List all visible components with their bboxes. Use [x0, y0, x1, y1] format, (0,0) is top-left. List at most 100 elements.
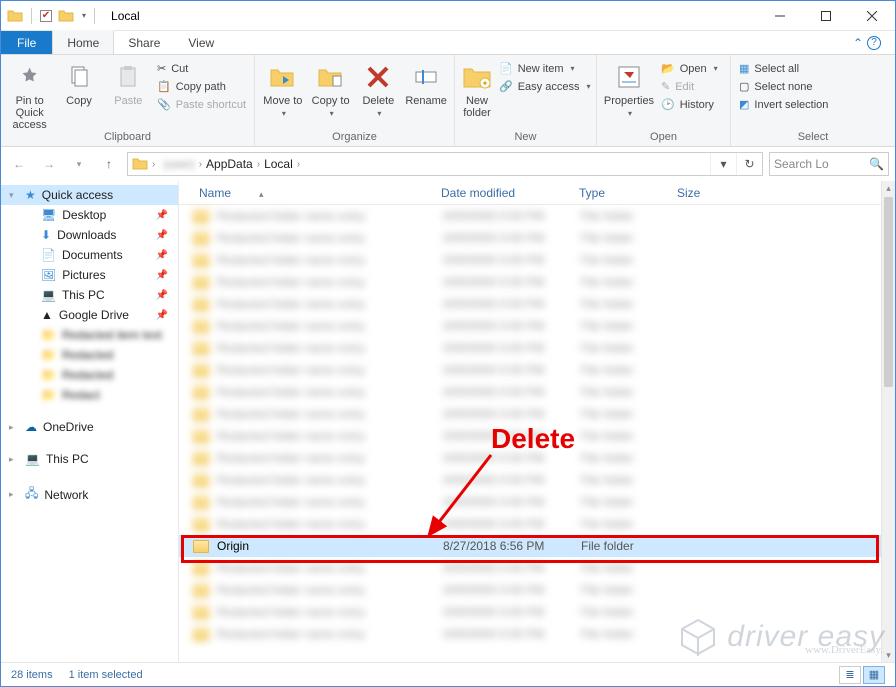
table-row[interactable]: Redacted folder name entry0/00/0000 0:00… [179, 359, 881, 381]
chevron-up-icon: ⌃ [853, 36, 863, 50]
table-row[interactable]: Redacted folder name entry0/00/0000 0:00… [179, 227, 881, 249]
navigation-pane[interactable]: ▾★Quick access 🖥Desktop📌 ⬇Downloads📌 📄Do… [1, 181, 179, 662]
table-row[interactable]: Redacted folder name entry0/00/0000 0:00… [179, 491, 881, 513]
scroll-up-arrow[interactable]: ▴ [882, 181, 895, 195]
properties-button[interactable]: Properties▾ [603, 59, 655, 118]
help-icon[interactable]: ? [867, 36, 881, 50]
table-row[interactable]: Redacted folder name entry0/00/0000 0:00… [179, 469, 881, 491]
paste-shortcut-button[interactable]: 📎Paste shortcut [155, 97, 248, 112]
tab-file[interactable]: File [1, 31, 52, 54]
nav-network[interactable]: ▸🖧Network [1, 481, 178, 508]
refresh-button[interactable]: ↻ [736, 153, 762, 175]
table-row[interactable]: Redacted folder name entry0/00/0000 0:00… [179, 403, 881, 425]
nav-thispc-quick[interactable]: 💻This PC📌 [1, 285, 178, 305]
selectall-icon: ▦ [739, 62, 749, 75]
nav-onedrive[interactable]: ▸☁OneDrive [1, 417, 178, 437]
new-item-button[interactable]: 📄New item▾ [497, 61, 592, 76]
copy-to-button[interactable]: Copy to▾ [309, 59, 353, 118]
close-button[interactable] [849, 1, 895, 31]
nav-thispc[interactable]: ▸💻This PC [1, 449, 178, 469]
nav-item-redacted[interactable]: 📁Redacted item text [1, 325, 178, 345]
ribbon-collapse[interactable]: ⌃? [839, 31, 895, 54]
nav-item-redacted[interactable]: 📁Redacted [1, 365, 178, 385]
pictures-icon: 🖼 [41, 268, 56, 282]
status-selection: 1 item selected [69, 669, 143, 681]
easy-access-button[interactable]: 🔗Easy access▾ [497, 79, 592, 94]
qat-dropdown-icon[interactable]: ▾ [82, 11, 86, 20]
copypath-icon: 📋 [157, 80, 171, 93]
svg-text:✦: ✦ [482, 79, 489, 88]
newitem-icon: 📄 [499, 62, 513, 75]
nav-item-redacted[interactable]: 📁Redacted [1, 345, 178, 365]
table-row[interactable]: Redacted folder name entry0/00/0000 0:00… [179, 271, 881, 293]
copy-path-button[interactable]: 📋Copy path [155, 79, 248, 94]
move-to-button[interactable]: Move to▾ [261, 59, 305, 118]
table-row[interactable]: Redacted folder name entry0/00/0000 0:00… [179, 293, 881, 315]
nav-pictures[interactable]: 🖼Pictures📌 [1, 265, 178, 285]
nav-googledrive[interactable]: ▲Google Drive📌 [1, 305, 178, 325]
table-row[interactable]: Redacted folder name entry0/00/0000 0:00… [179, 557, 881, 579]
table-row[interactable]: Redacted folder name entry0/00/0000 0:00… [179, 381, 881, 403]
nav-forward-button[interactable]: → [37, 152, 61, 176]
nav-desktop[interactable]: 🖥Desktop📌 [1, 205, 178, 225]
ribbon-tabs: File Home Share View ⌃? [1, 31, 895, 55]
nav-downloads[interactable]: ⬇Downloads📌 [1, 225, 178, 245]
rename-icon [410, 61, 442, 93]
file-list[interactable]: Name▴ Date modified Type Size Redacted f… [179, 181, 895, 662]
nav-item-redacted[interactable]: 📁Redact [1, 385, 178, 405]
tab-home[interactable]: Home [52, 30, 114, 54]
cut-button[interactable]: ✂Cut [155, 61, 248, 76]
copy-button[interactable]: Copy [56, 59, 101, 107]
breadcrumb[interactable]: (user) [159, 153, 198, 175]
table-row[interactable]: Redacted folder name entry0/00/0000 0:00… [179, 337, 881, 359]
col-size[interactable]: Size [671, 186, 741, 200]
scrollbar-thumb[interactable] [884, 197, 893, 387]
qat-checkbox-icon[interactable]: ✔ [40, 10, 52, 22]
pin-quick-access-button[interactable]: Pin to Quick access [7, 59, 52, 131]
invert-selection-button[interactable]: ◩Invert selection [737, 97, 830, 112]
star-icon: ★ [25, 188, 36, 202]
title-bar: ✔ ▾ Local [1, 1, 895, 31]
pc-icon: 💻 [41, 288, 56, 302]
network-icon: 🖧 [25, 484, 38, 505]
minimize-button[interactable] [757, 1, 803, 31]
group-new-label: New [455, 131, 596, 146]
col-type[interactable]: Type [573, 186, 671, 200]
table-row[interactable]: Redacted folder name entry0/00/0000 0:00… [179, 249, 881, 271]
breadcrumb[interactable]: Local [260, 153, 297, 175]
table-row[interactable]: Redacted folder name entry0/00/0000 0:00… [179, 513, 881, 535]
table-row[interactable]: Redacted folder name entry0/00/0000 0:00… [179, 205, 881, 227]
address-dropdown-button[interactable]: ▾ [710, 153, 736, 175]
view-icons-button[interactable]: ▦ [863, 666, 885, 684]
sort-asc-icon: ▴ [259, 189, 264, 199]
edit-button[interactable]: ✎Edit [659, 79, 720, 94]
paste-button[interactable]: Paste [106, 59, 151, 107]
breadcrumb[interactable]: AppData [202, 153, 257, 175]
address-bar[interactable]: › (user)› AppData› Local› ▾ ↻ [127, 152, 763, 176]
tab-share[interactable]: Share [114, 31, 174, 54]
open-button[interactable]: 📂Open▾ [659, 61, 720, 76]
nav-back-button[interactable]: ← [7, 152, 31, 176]
vertical-scrollbar[interactable]: ▴ ▾ [881, 181, 895, 662]
properties-icon [613, 61, 645, 93]
maximize-button[interactable] [803, 1, 849, 31]
view-details-button[interactable]: ≣ [839, 666, 861, 684]
history-button[interactable]: 🕑History [659, 97, 720, 112]
nav-quick-access[interactable]: ▾★Quick access [1, 185, 178, 205]
table-row[interactable]: Redacted folder name entry0/00/0000 0:00… [179, 315, 881, 337]
rename-button[interactable]: Rename [404, 59, 448, 107]
select-none-button[interactable]: ▢Select none [737, 79, 830, 94]
table-row-origin[interactable]: Origin8/27/2018 6:56 PMFile folder [179, 535, 881, 557]
new-folder-button[interactable]: ✦New folder [461, 59, 493, 119]
col-name[interactable]: Name▴ [193, 186, 435, 200]
table-row[interactable]: Redacted folder name entry0/00/0000 0:00… [179, 579, 881, 601]
folder-icon [193, 540, 209, 553]
col-date[interactable]: Date modified [435, 186, 573, 200]
tab-view[interactable]: View [174, 31, 228, 54]
nav-up-button[interactable]: ↑ [97, 152, 121, 176]
delete-button[interactable]: Delete▾ [357, 59, 401, 118]
select-all-button[interactable]: ▦Select all [737, 61, 830, 76]
search-input[interactable]: Search Lo 🔍 [769, 152, 889, 176]
nav-documents[interactable]: 📄Documents📌 [1, 245, 178, 265]
nav-recent-button[interactable]: ▾ [67, 152, 91, 176]
